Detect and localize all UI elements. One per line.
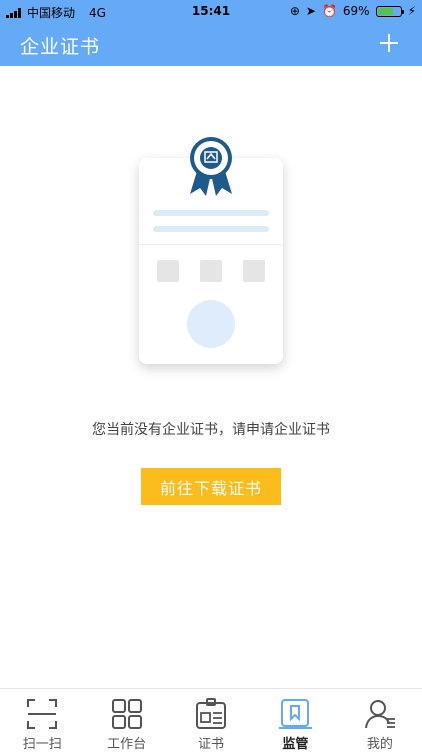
charging-icon: ⚡ xyxy=(407,4,416,18)
scan-icon xyxy=(27,699,58,729)
placeholder-circle xyxy=(187,300,235,348)
plus-icon[interactable] xyxy=(380,34,398,52)
status-bar: 中国移动 4G 15:41 ⊕ ➤ ⏰ 69% ⚡ xyxy=(0,0,422,24)
tab-bar: 扫一扫 工作台 证书 监管 我的 xyxy=(0,688,422,752)
certificate-badge-icon xyxy=(190,137,232,196)
bookmark-icon xyxy=(281,699,310,727)
tab-label: 监管 xyxy=(282,737,309,752)
tab-label: 我的 xyxy=(366,737,393,752)
tab-certificate[interactable]: 证书 xyxy=(169,689,253,752)
placeholder-line xyxy=(153,226,269,232)
alarm-icon: ⏰ xyxy=(321,4,337,18)
active-tab-indicator xyxy=(278,727,313,729)
app-header: 企业证书 xyxy=(0,24,422,66)
placeholder-square xyxy=(200,260,222,282)
rotation-lock-icon: ⊕ xyxy=(289,4,300,18)
empty-message: 您当前没有企业证书，请申请企业证书 xyxy=(92,422,330,438)
tab-workbench[interactable]: 工作台 xyxy=(84,689,168,752)
placeholder-line xyxy=(153,210,269,216)
placeholder-square xyxy=(243,260,265,282)
location-icon: ➤ xyxy=(305,4,316,18)
tab-label: 证书 xyxy=(198,737,225,752)
certificate-icon xyxy=(196,698,227,729)
placeholder-square xyxy=(157,260,179,282)
grid-icon xyxy=(111,699,142,729)
battery-percent: 69% xyxy=(342,4,370,18)
battery-icon xyxy=(375,5,404,17)
user-icon xyxy=(364,700,395,729)
tab-supervision[interactable]: 监管 xyxy=(253,689,337,752)
tab-mine[interactable]: 我的 xyxy=(338,689,422,752)
tab-scan[interactable]: 扫一扫 xyxy=(0,689,84,752)
page-title: 企业证书 xyxy=(20,36,101,58)
divider xyxy=(139,244,283,245)
tab-label: 工作台 xyxy=(107,737,147,752)
tab-label: 扫一扫 xyxy=(22,737,62,752)
download-certificate-button[interactable]: 前往下载证书 xyxy=(141,468,281,505)
